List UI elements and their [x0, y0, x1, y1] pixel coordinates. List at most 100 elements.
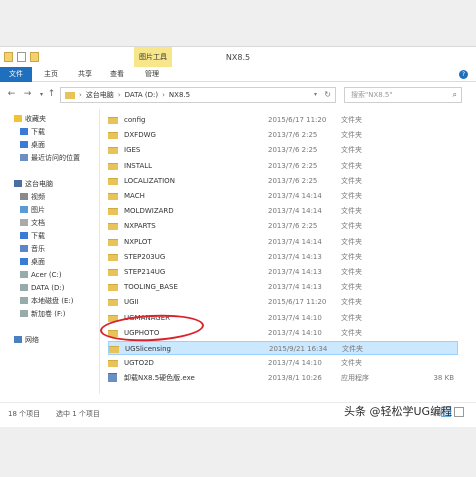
nav-label: Acer (C:): [31, 271, 62, 279]
folder-icon: [108, 117, 118, 124]
documents-icon: [20, 219, 28, 226]
file-type: 文件夹: [341, 268, 362, 276]
tab-view[interactable]: 查看: [110, 67, 124, 82]
breadcrumb-this-pc[interactable]: 这台电脑: [86, 90, 114, 100]
file-type: 文件夹: [341, 237, 362, 246]
folder-icon: [109, 346, 119, 353]
tab-share[interactable]: 共享: [78, 67, 92, 82]
title-bar: 图片工具 NX8.5: [0, 47, 476, 67]
nav-label: 收藏夹: [25, 115, 46, 123]
file-row[interactable]: STEP203UG 2013/7/4 14:13 文件夹: [108, 250, 458, 264]
file-name: UGSlicensing: [125, 345, 171, 353]
nav-desktop[interactable]: 桌面: [20, 139, 45, 151]
file-date: 2013/7/4 14:10: [268, 328, 322, 337]
nav-recent[interactable]: 最近访问的位置: [20, 152, 80, 164]
file-row[interactable]: MOLDWIZARD 2013/7/4 14:14 文件夹: [108, 204, 458, 218]
large-icons-view-icon[interactable]: [454, 407, 464, 417]
file-row[interactable]: NXPLOT 2013/7/4 14:14 文件夹: [108, 235, 458, 249]
file-row[interactable]: UGTO2D 2013/7/4 14:10 文件夹: [108, 356, 458, 370]
breadcrumb-nx85[interactable]: NX8.5: [169, 91, 190, 99]
folder-icon: [65, 91, 75, 99]
nav-label: 最近访问的位置: [31, 154, 80, 162]
file-row[interactable]: config 2015/6/17 11:20 文件夹: [108, 113, 458, 127]
nav-favorites[interactable]: 收藏夹: [14, 113, 46, 125]
folder-icon: [108, 299, 118, 307]
file-row[interactable]: MACH 2013/7/4 14:14 文件夹: [108, 189, 458, 203]
nav-label: 图片: [31, 206, 45, 214]
file-name: LOCALIZATION: [124, 176, 175, 185]
nav-drive-d[interactable]: DATA (D:): [20, 282, 64, 294]
music-icon: [20, 245, 28, 252]
nav-pc-desktop[interactable]: 桌面: [20, 256, 45, 268]
folder-icon: [108, 253, 118, 261]
file-date: 2013/7/4 14:10: [268, 359, 322, 368]
file-type: 文件夹: [341, 222, 362, 231]
file-row[interactable]: 卸载NX8.5硬色版.exe 2013/8/1 10:26 应用程序 38 KB: [108, 371, 458, 385]
file-row[interactable]: IGES 2013/7/6 2:25 文件夹: [108, 143, 458, 157]
nav-videos[interactable]: 视频: [20, 191, 45, 203]
nav-pc-downloads[interactable]: 下载: [20, 230, 45, 242]
folder-icon: [108, 162, 118, 170]
file-row[interactable]: TOOLING_BASE 2013/7/4 14:13 文件夹: [108, 280, 458, 294]
nav-drive-c[interactable]: Acer (C:): [20, 269, 62, 281]
file-name: MACH: [124, 192, 145, 200]
file-row[interactable]: NXPARTS 2013/7/6 2:25 文件夹: [108, 219, 458, 233]
selected-count: 选中 1 个项目: [56, 410, 100, 418]
nav-downloads[interactable]: 下载: [20, 126, 45, 138]
nav-pictures[interactable]: 图片: [20, 204, 45, 216]
drive-icon: [20, 284, 28, 291]
forward-icon[interactable]: →: [22, 89, 33, 100]
up-icon[interactable]: ↑: [46, 89, 57, 100]
nav-label: 桌面: [31, 141, 45, 149]
tab-manage[interactable]: 管理: [145, 67, 159, 82]
refresh-icon[interactable]: ↻: [324, 90, 331, 99]
back-icon[interactable]: ←: [6, 89, 17, 100]
tab-home[interactable]: 主页: [44, 67, 58, 82]
nav-label: 桌面: [31, 258, 45, 266]
download-icon: [20, 232, 28, 239]
pictures-icon: [20, 206, 28, 213]
file-list: config 2015/6/17 11:20 文件夹 DXFDWG 2013/7/6 2…: [108, 109, 468, 394]
search-placeholder: 搜索"NX8.5": [351, 91, 393, 99]
help-icon[interactable]: ?: [459, 70, 468, 79]
file-row[interactable]: UGSlicensing 2015/9/21 16:34 文件夹: [108, 341, 458, 355]
navigation-pane: 收藏夹 下载 桌面 最近访问的位置 这台电脑 视频 图片 文档 下载 音乐 桌面…: [0, 109, 98, 394]
chevron-down-icon[interactable]: ▾: [314, 91, 317, 98]
file-date: 2013/7/4 14:14: [268, 192, 322, 200]
file-name: 卸载NX8.5硬色版.exe: [124, 374, 195, 383]
tab-file[interactable]: 文件: [0, 67, 32, 82]
bottom-letterbox: [0, 427, 476, 477]
folder-icon: [108, 223, 118, 231]
drive-icon: [20, 297, 28, 304]
address-bar[interactable]: › 这台电脑 › DATA (D:) › NX8.5 ▾ ↻: [60, 87, 336, 103]
file-row[interactable]: DXFDWG 2013/7/6 2:25 文件夹: [108, 128, 458, 142]
nav-network[interactable]: 网络: [14, 334, 39, 346]
nav-label: 下载: [31, 232, 45, 240]
recent-places-icon: [20, 154, 28, 161]
application-icon: [108, 373, 117, 383]
search-icon[interactable]: ⌕: [453, 88, 457, 102]
nav-music[interactable]: 音乐: [20, 243, 45, 255]
file-row[interactable]: UGII 2015/6/17 11:20 文件夹: [108, 295, 458, 309]
nav-drive-e[interactable]: 本地磁盘 (E:): [20, 295, 73, 307]
file-date: 2013/7/4 14:14: [268, 237, 322, 246]
file-date: 2013/7/6 2:25: [268, 161, 318, 170]
pane-divider[interactable]: [99, 109, 100, 394]
search-input[interactable]: 搜索"NX8.5" ⌕: [344, 87, 462, 103]
nav-label: 网络: [25, 336, 39, 344]
folder-icon: [108, 177, 118, 185]
nav-label: 音乐: [31, 245, 45, 253]
file-row[interactable]: LOCALIZATION 2013/7/6 2:25 文件夹: [108, 174, 458, 188]
breadcrumb-data-d[interactable]: DATA (D:): [125, 91, 158, 99]
nav-drive-f[interactable]: 新加卷 (F:): [20, 308, 66, 320]
folder-icon: [108, 360, 118, 368]
folder-icon: [108, 147, 118, 155]
star-icon: [14, 115, 22, 122]
nav-this-pc[interactable]: 这台电脑: [14, 178, 53, 190]
file-row[interactable]: INSTALL 2013/7/6 2:25 文件夹: [108, 159, 458, 173]
file-date: 2013/7/6 2:25: [268, 176, 318, 185]
file-name: NXPARTS: [124, 222, 156, 231]
nav-documents[interactable]: 文档: [20, 217, 45, 229]
file-type: 文件夹: [341, 252, 362, 261]
file-row[interactable]: STEP214UG 2013/7/4 14:13 文件夹: [108, 265, 458, 279]
